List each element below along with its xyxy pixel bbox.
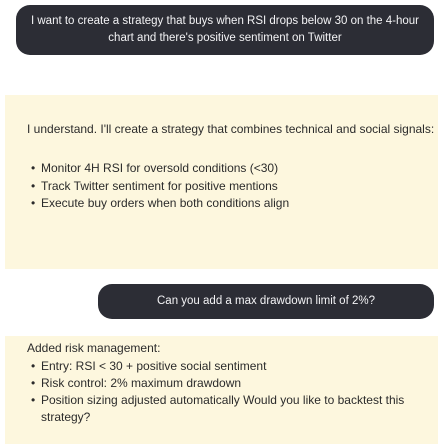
list-item: Track Twitter sentiment for positive men… xyxy=(27,178,438,196)
list-item: Monitor 4H RSI for oversold conditions (… xyxy=(27,160,438,178)
list-item: Entry: RSI < 30 + positive social sentim… xyxy=(27,358,438,375)
assistant-reply-list: Entry: RSI < 30 + positive social sentim… xyxy=(27,358,438,426)
user-message-bubble: I want to create a strategy that buys wh… xyxy=(16,5,434,55)
list-item: Risk control: 2% maximum drawdown xyxy=(27,375,438,392)
assistant-reply-card: I understand. I'll create a strategy tha… xyxy=(5,95,438,269)
user-message-text: I want to create a strategy that buys wh… xyxy=(30,15,420,44)
user-message-text: Can you add a max drawdown limit of 2%? xyxy=(157,295,375,307)
list-item: Execute buy orders when both conditions … xyxy=(27,195,438,213)
assistant-reply-card: Added risk management: Entry: RSI < 30 +… xyxy=(5,336,438,444)
assistant-reply-intro: Added risk management: xyxy=(27,341,161,355)
assistant-reply-list: Monitor 4H RSI for oversold conditions (… xyxy=(27,160,438,213)
user-message-bubble: Can you add a max drawdown limit of 2%? xyxy=(98,284,434,319)
list-item: Position sizing adjusted automatically W… xyxy=(27,392,438,426)
assistant-reply-intro: I understand. I'll create a strategy tha… xyxy=(27,122,435,136)
